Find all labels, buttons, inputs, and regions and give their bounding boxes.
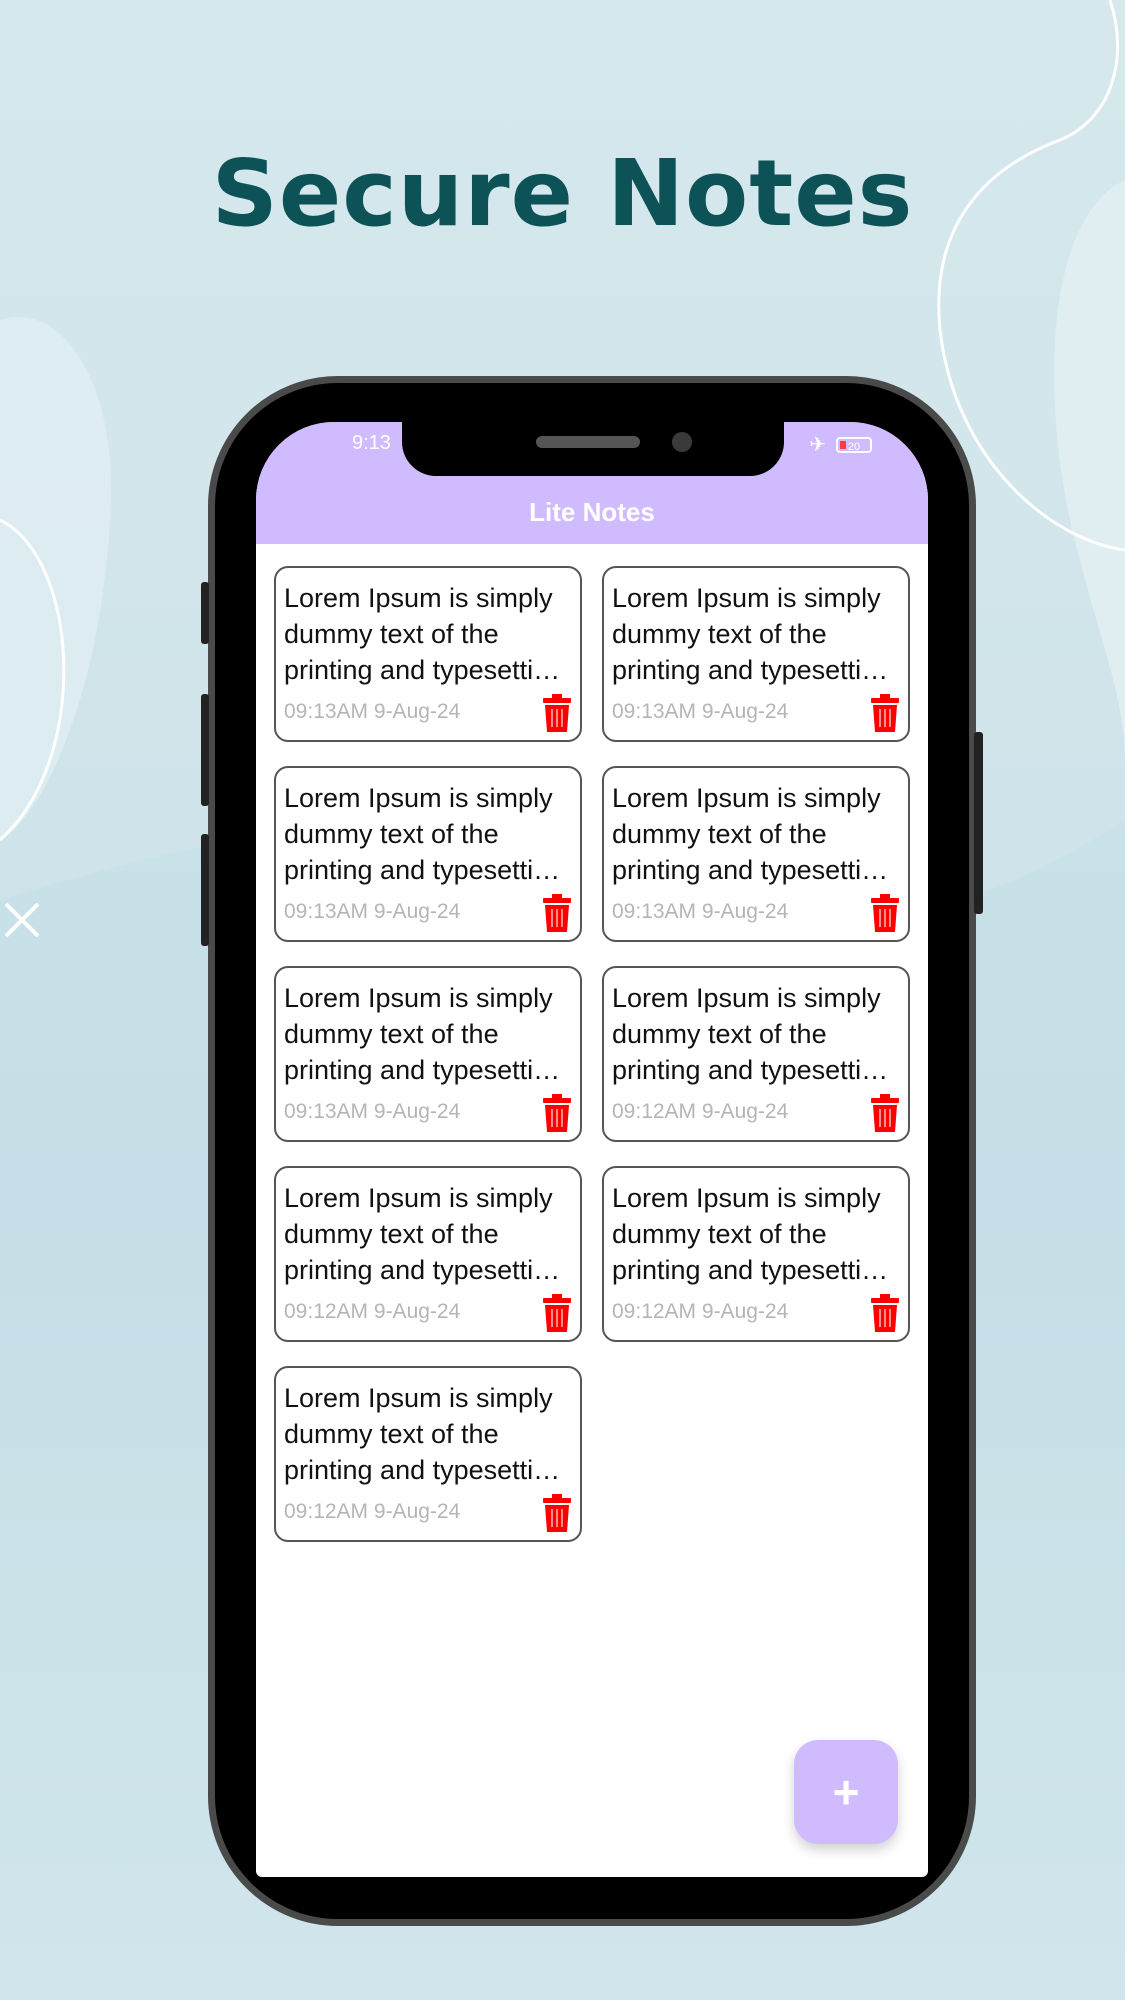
note-card[interactable]: Lorem Ipsum is simply dummy text of the … [602, 1166, 910, 1342]
note-text: Lorem Ipsum is simply dummy text of the … [284, 783, 564, 885]
airplane-icon: ✈ [809, 434, 826, 456]
note-timestamp: 09:13AM 9-Aug-24 [284, 700, 461, 723]
phone-button-right [974, 732, 983, 914]
trash-icon[interactable] [542, 694, 572, 732]
note-timestamp: 09:12AM 9-Aug-24 [284, 1300, 461, 1323]
trash-icon[interactable] [870, 1094, 900, 1132]
notes-grid: Lorem Ipsum is simply dummy text of the … [274, 566, 910, 1542]
add-note-button[interactable]: + [794, 1740, 898, 1844]
trash-icon[interactable] [542, 894, 572, 932]
note-timestamp: 09:13AM 9-Aug-24 [612, 900, 789, 923]
note-timestamp: 09:12AM 9-Aug-24 [284, 1500, 461, 1523]
status-icons: ✈ 20 [809, 432, 872, 457]
note-text: Lorem Ipsum is simply dummy text of the … [612, 583, 892, 685]
trash-icon[interactable] [542, 1294, 572, 1332]
battery-level: 20 [847, 440, 861, 453]
front-camera [672, 432, 692, 452]
note-card[interactable]: Lorem Ipsum is simply dummy text of the … [602, 966, 910, 1142]
note-text: Lorem Ipsum is simply dummy text of the … [284, 1183, 564, 1285]
note-text: Lorem Ipsum is simply dummy text of the … [612, 1183, 892, 1285]
note-card[interactable]: Lorem Ipsum is simply dummy text of the … [274, 966, 582, 1142]
trash-icon[interactable] [542, 1494, 572, 1532]
note-timestamp: 09:12AM 9-Aug-24 [612, 1100, 789, 1123]
phone-button-left-1 [201, 582, 209, 644]
note-text: Lorem Ipsum is simply dummy text of the … [284, 1383, 564, 1485]
note-timestamp: 09:13AM 9-Aug-24 [284, 1100, 461, 1123]
note-card[interactable]: Lorem Ipsum is simply dummy text of the … [274, 766, 582, 942]
note-card[interactable]: Lorem Ipsum is simply dummy text of the … [274, 1366, 582, 1542]
note-text: Lorem Ipsum is simply dummy text of the … [284, 983, 564, 1085]
note-card[interactable]: Lorem Ipsum is simply dummy text of the … [274, 566, 582, 742]
note-timestamp: 09:13AM 9-Aug-24 [284, 900, 461, 923]
trash-icon[interactable] [870, 694, 900, 732]
status-time: 9:13 [352, 432, 391, 454]
note-card[interactable]: Lorem Ipsum is simply dummy text of the … [602, 766, 910, 942]
note-card[interactable]: Lorem Ipsum is simply dummy text of the … [274, 1166, 582, 1342]
note-text: Lorem Ipsum is simply dummy text of the … [612, 983, 892, 1085]
speaker-grille [536, 436, 640, 448]
note-timestamp: 09:13AM 9-Aug-24 [612, 700, 789, 723]
note-card[interactable]: Lorem Ipsum is simply dummy text of the … [602, 566, 910, 742]
note-timestamp: 09:12AM 9-Aug-24 [612, 1300, 789, 1323]
phone-notch [402, 420, 784, 476]
phone-screen: 9:13 ✈ 20 Lite Notes Lorem Ipsum is simp… [256, 422, 928, 1877]
note-text: Lorem Ipsum is simply dummy text of the … [284, 583, 564, 685]
trash-icon[interactable] [870, 894, 900, 932]
trash-icon[interactable] [542, 1094, 572, 1132]
trash-icon[interactable] [870, 1294, 900, 1332]
phone-button-left-3 [201, 834, 209, 946]
promo-headline: Secure Notes [211, 140, 914, 247]
note-text: Lorem Ipsum is simply dummy text of the … [612, 783, 892, 885]
app-title: Lite Notes [256, 480, 928, 544]
battery-icon: 20 [836, 436, 872, 453]
phone-button-left-2 [201, 694, 209, 806]
